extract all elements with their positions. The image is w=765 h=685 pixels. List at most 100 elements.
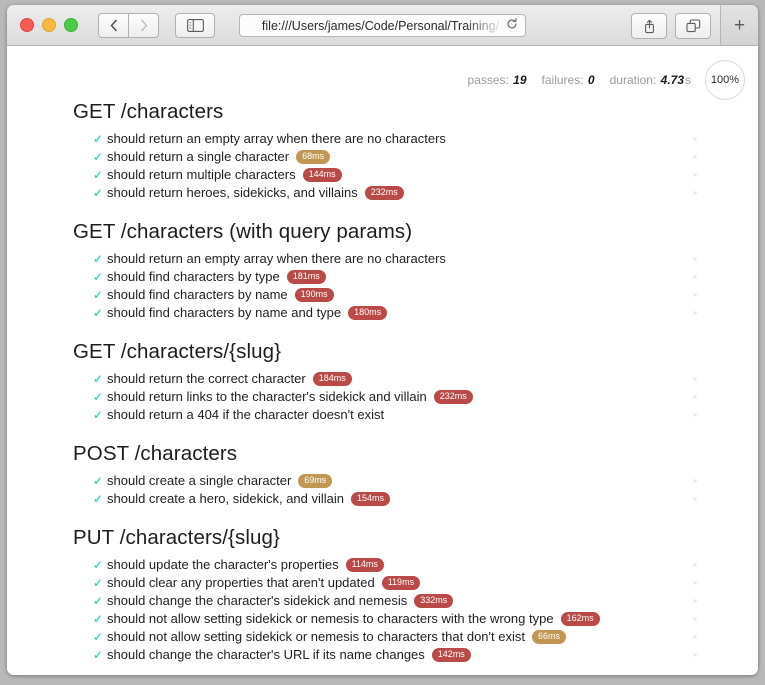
new-tab-button[interactable]: +: [720, 5, 758, 45]
test-row[interactable]: ✓ should create a single character 69ms ▸: [7, 472, 748, 490]
url-field[interactable]: file:///Users/james/Code/Personal/Traini…: [239, 14, 526, 37]
replay-icon[interactable]: ▸: [691, 494, 700, 504]
duration-unit: s: [685, 73, 691, 87]
suite-title[interactable]: POST /characters: [7, 433, 748, 470]
navigation-buttons: [98, 12, 159, 38]
pass-check-icon: ✓: [93, 612, 104, 626]
replay-icon[interactable]: ▸: [691, 632, 700, 642]
test-row[interactable]: ✓ should find characters by type 181ms ▸: [7, 268, 748, 286]
close-window-button[interactable]: [20, 18, 34, 32]
pass-check-icon: ✓: [93, 252, 104, 266]
test-row[interactable]: ✓ should not allow setting sidekick or ne…: [7, 610, 748, 628]
reload-button[interactable]: [506, 17, 518, 35]
replay-icon[interactable]: ▸: [691, 560, 700, 570]
replay-icon[interactable]: ▸: [691, 392, 700, 402]
test-list: ✓ should return an empty array when there…: [7, 250, 748, 329]
test-name: should create a single character: [107, 473, 292, 488]
address-bar[interactable]: file:///Users/james/Code/Personal/Traini…: [239, 14, 526, 37]
share-button[interactable]: [631, 13, 667, 39]
pass-check-icon: ✓: [93, 390, 104, 404]
replay-icon[interactable]: ▸: [691, 188, 700, 198]
show-sidebar-button[interactable]: [175, 12, 215, 38]
tab-overview-icon: [685, 19, 700, 33]
pass-check-icon: ✓: [93, 132, 104, 146]
test-name: should return an empty array when there …: [107, 251, 446, 266]
zoom-window-button[interactable]: [64, 18, 78, 32]
test-name: should change the character's sidekick a…: [107, 593, 408, 608]
pass-check-icon: ✓: [93, 372, 104, 386]
pass-check-icon: ✓: [93, 186, 104, 200]
desktop-background: file:///Users/james/Code/Personal/Traini…: [0, 0, 765, 685]
suite-title[interactable]: GET /characters (with query params): [7, 211, 748, 248]
pass-check-icon: ✓: [93, 168, 104, 182]
sidebar-icon: [186, 18, 204, 32]
pass-check-icon: ✓: [93, 576, 104, 590]
suite-title[interactable]: GET /characters: [7, 91, 748, 128]
suite-title[interactable]: GET /characters/{slug}: [7, 331, 748, 368]
test-name: should find characters by name: [107, 287, 288, 302]
test-row[interactable]: ✓ should clear any properties that aren't…: [7, 574, 748, 592]
test-name: should return the correct character: [107, 371, 306, 386]
failures-stat: failures: 0: [542, 73, 596, 87]
test-row[interactable]: ✓ should change the character's sidekick …: [7, 592, 748, 610]
test-row[interactable]: ✓ should return a single character 68ms ▸: [7, 148, 748, 166]
test-name: should return heroes, sidekicks, and vil…: [107, 185, 358, 200]
replay-icon[interactable]: ▸: [691, 272, 700, 282]
test-name: should return links to the character's s…: [107, 389, 427, 404]
test-row[interactable]: ✓ should return an empty array when there…: [7, 250, 748, 268]
replay-icon[interactable]: ▸: [691, 374, 700, 384]
test-row[interactable]: ✓ should return the correct character 184m…: [7, 370, 748, 388]
test-row[interactable]: ✓ should change the character's URL if it…: [7, 646, 748, 664]
url-text: file:///Users/james/Code/Personal/Traini…: [261, 18, 500, 33]
test-name: should return an empty array when there …: [107, 131, 446, 146]
test-row[interactable]: ✓ should return multiple characters 144ms ▸: [7, 166, 748, 184]
duration-badge: 232ms: [433, 390, 473, 404]
replay-icon[interactable]: ▸: [691, 170, 700, 180]
replay-icon[interactable]: ▸: [691, 290, 700, 300]
replay-icon[interactable]: ▸: [691, 254, 700, 264]
duration-stat: duration: 4.73s: [610, 73, 691, 87]
replay-icon[interactable]: ▸: [691, 134, 700, 144]
test-name: should change the character's URL if its…: [107, 647, 425, 662]
failures-label: failures:: [541, 73, 584, 87]
duration-badge: 66ms: [531, 630, 566, 644]
duration-badge: 114ms: [345, 558, 384, 572]
replay-icon[interactable]: ▸: [691, 650, 700, 660]
replay-icon[interactable]: ▸: [691, 410, 700, 420]
duration-value: 4.73: [660, 73, 684, 87]
test-row[interactable]: ✓ should create a hero, sidekick, and vil…: [7, 490, 748, 508]
test-row[interactable]: ✓ should return a 404 if the character do…: [7, 406, 748, 424]
back-button[interactable]: [98, 12, 128, 38]
pass-check-icon: ✓: [93, 492, 104, 506]
test-row[interactable]: ✓ should update the character's propertie…: [7, 556, 748, 574]
tab-overview-button[interactable]: [675, 13, 711, 39]
replay-icon[interactable]: ▸: [691, 614, 700, 624]
replay-icon[interactable]: ▸: [691, 308, 700, 318]
replay-icon[interactable]: ▸: [691, 476, 700, 486]
duration-badge: 142ms: [431, 648, 471, 662]
minimize-window-button[interactable]: [42, 18, 56, 32]
chevron-right-icon: [140, 19, 147, 31]
test-name: should find characters by name and type: [107, 305, 342, 320]
test-row[interactable]: ✓ should return links to the character's …: [7, 388, 748, 406]
forward-button[interactable]: [128, 12, 159, 38]
duration-badge: 190ms: [294, 288, 334, 302]
test-row[interactable]: ✓ should find characters by name and type…: [7, 304, 748, 322]
replay-icon[interactable]: ▸: [691, 152, 700, 162]
pass-check-icon: ✓: [93, 648, 104, 662]
passes-stat: passes: 19: [467, 73, 527, 87]
replay-icon[interactable]: ▸: [691, 578, 700, 588]
test-row[interactable]: ✓ should return heroes, sidekicks, and vi…: [7, 184, 748, 202]
replay-icon[interactable]: ▸: [691, 596, 700, 606]
duration-badge: 184ms: [312, 372, 352, 386]
duration-badge: 332ms: [414, 594, 454, 608]
test-name: should return a single character: [107, 149, 290, 164]
pass-check-icon: ✓: [93, 474, 104, 488]
suite-title[interactable]: PUT /characters/{slug}: [7, 517, 748, 554]
test-row[interactable]: ✓ should not allow setting sidekick or ne…: [7, 628, 748, 646]
passes-label: passes:: [467, 73, 509, 87]
test-row[interactable]: ✓ should return an empty array when there…: [7, 130, 748, 148]
failures-value: 0: [587, 73, 595, 87]
test-row[interactable]: ✓ should find characters by name 190ms ▸: [7, 286, 748, 304]
pass-check-icon: ✓: [93, 306, 104, 320]
